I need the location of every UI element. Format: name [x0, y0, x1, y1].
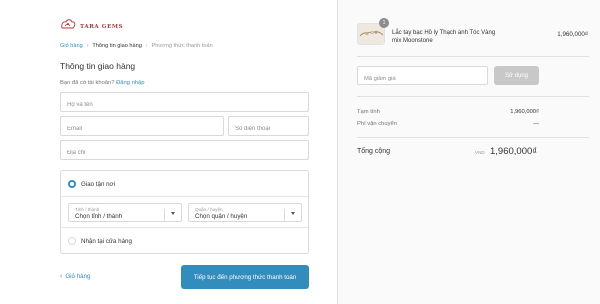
login-link[interactable]: Đăng nhập — [116, 80, 144, 86]
home-delivery-option[interactable]: Giao tận nơi — [61, 171, 308, 197]
address-input[interactable] — [61, 144, 308, 162]
email-field[interactable] — [60, 116, 224, 138]
province-caption: Tỉnh / thành — [75, 207, 100, 212]
shipping-method-box: Giao tận nơi Tỉnh / thành Chọn tỉnh / th… — [60, 170, 309, 254]
checkout-main: TARA GEMS Giỏ hàng › Thông tin giao hàng… — [0, 0, 337, 304]
login-prompt-text: Bạn đã có tài khoản? — [60, 80, 115, 86]
divider — [357, 56, 589, 57]
shipping-fee-value: — — [533, 121, 539, 127]
chevron-right-icon: › — [86, 43, 89, 49]
phone-input[interactable] — [229, 120, 308, 138]
section-title: Thông tin giao hàng — [60, 61, 136, 71]
divider — [357, 96, 589, 97]
continue-to-payment-button[interactable]: Tiếp tục đến phương thức thanh toán — [181, 265, 309, 289]
order-summary: 1 Lắc tay bạc Hồ ly Thạch anh Tóc Vàng m… — [337, 0, 600, 304]
subtotal-label: Tạm tính — [357, 109, 380, 115]
select-divider — [164, 209, 165, 221]
fullname-input[interactable] — [61, 96, 308, 114]
district-caption: Quận / huyện — [195, 207, 223, 212]
apply-discount-button[interactable]: Sử dụng — [494, 66, 539, 85]
brand-logo[interactable]: TARA GEMS — [60, 18, 123, 32]
fullname-field[interactable] — [60, 92, 309, 114]
total-label: Tổng cộng — [357, 148, 391, 155]
login-prompt: Bạn đã có tài khoản? Đăng nhập — [60, 80, 144, 86]
subtotal-row: Tạm tính 1,960,000₫ — [357, 109, 539, 115]
product-thumbnail: 1 — [357, 18, 389, 45]
phone-field[interactable] — [228, 116, 309, 138]
quantity-badge: 1 — [379, 18, 389, 28]
caret-down-icon — [291, 212, 295, 215]
discount-code-field[interactable] — [357, 66, 488, 88]
district-select[interactable]: Quận / huyện Chọn quận / huyện — [188, 203, 302, 222]
product-name: Lắc tay bạc Hồ ly Thạch anh Tóc Vàng mix… — [392, 30, 496, 44]
store-pickup-label[interactable]: Nhận tại cửa hàng — [81, 238, 132, 245]
home-delivery-radio[interactable] — [68, 180, 76, 188]
breadcrumb-payment-method: Phương thức thanh toán — [151, 43, 213, 49]
home-delivery-label: Giao tận nơi — [81, 181, 115, 188]
product-price: 1,960,000₫ — [557, 31, 588, 38]
select-divider — [284, 209, 285, 221]
divider — [61, 227, 308, 228]
district-value: Chọn quận / huyện — [195, 213, 248, 220]
store-pickup-radio[interactable] — [68, 237, 76, 245]
brand-name: TARA GEMS — [80, 24, 124, 30]
breadcrumb: Giỏ hàng › Thông tin giao hàng › Phương … — [60, 43, 213, 49]
province-select[interactable]: Tỉnh / thành Chọn tỉnh / thành — [68, 203, 182, 222]
breadcrumb-cart[interactable]: Giỏ hàng — [60, 43, 83, 49]
address-field[interactable] — [60, 140, 309, 162]
divider — [357, 137, 589, 138]
province-value: Chọn tỉnh / thành — [75, 213, 123, 220]
chevron-right-icon: › — [145, 43, 148, 49]
breadcrumb-shipping-info: Thông tin giao hàng — [92, 43, 142, 49]
email-input[interactable] — [61, 120, 223, 138]
subtotal-value: 1,960,000₫ — [510, 109, 539, 115]
back-to-cart-link[interactable]: ‹ Giỏ hàng — [60, 273, 90, 280]
back-to-cart-label: Giỏ hàng — [65, 273, 91, 280]
shipping-fee-label: Phí vận chuyển — [357, 121, 397, 127]
caret-down-icon — [171, 212, 175, 215]
discount-code-input[interactable] — [358, 70, 487, 88]
total-value: 1,960,000₫ — [490, 146, 538, 157]
total-currency: VND — [475, 150, 485, 155]
logo-mark-icon — [60, 18, 76, 32]
chevron-left-icon: ‹ — [60, 273, 63, 280]
shipping-fee-row: Phí vận chuyển — — [357, 121, 539, 127]
